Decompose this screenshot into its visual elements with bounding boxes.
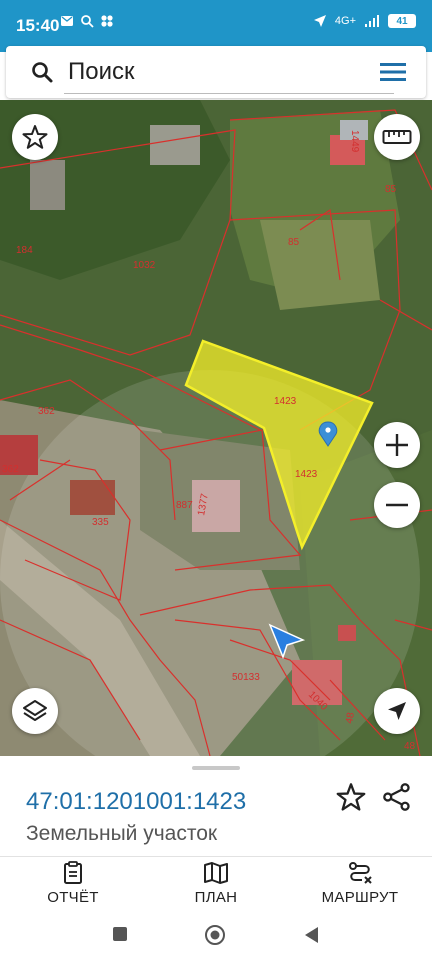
home-icon[interactable]: [204, 924, 226, 946]
parcel-label: 362: [2, 464, 19, 475]
satellite-map[interactable]: 184 1032 85 85 1449 362 362 1423 1423 88…: [0, 100, 432, 756]
battery-level: 41: [396, 15, 408, 27]
parcel-label: 184: [16, 245, 33, 256]
minus-icon: [386, 503, 408, 507]
parcel-label: 48: [404, 741, 416, 752]
parcel-label: 362: [38, 406, 55, 417]
parcel-label: 50133: [232, 672, 260, 683]
add-favorite-star-icon[interactable]: [336, 782, 366, 812]
actions-bar: ОТЧЁТ ПЛАН МАРШРУТ: [0, 856, 432, 912]
menu-icon[interactable]: [378, 58, 408, 86]
plan-button[interactable]: ПЛАН: [161, 861, 271, 911]
map-canvas[interactable]: 184 1032 85 85 1449 362 362 1423 1423 88…: [0, 100, 432, 756]
parcel-info-sheet[interactable]: 47:01:1201001:1423 Земельный участок: [0, 756, 432, 856]
network-type: 4G+: [334, 15, 356, 27]
parcel-label: 1449: [349, 130, 360, 153]
report-icon: [64, 861, 82, 884]
zoom-out-button[interactable]: [374, 482, 420, 528]
parcel-label: 1423: [295, 469, 318, 480]
back-icon[interactable]: [302, 925, 320, 945]
system-icons: 4G+ 41: [313, 14, 416, 28]
land-type: Земельный участок: [26, 822, 218, 845]
my-location-button[interactable]: [374, 688, 420, 734]
recent-apps-icon[interactable]: [112, 926, 128, 942]
system-nav-bar: [0, 912, 432, 960]
app-notification-icon: [101, 15, 113, 27]
layers-icon: [23, 700, 47, 721]
zoom-in-button[interactable]: [374, 422, 420, 468]
app-root: 15:40 4G+ 41 Поиск 184 1032 85 85 1449 3…: [0, 0, 432, 960]
search-icon[interactable]: [30, 60, 54, 84]
route-label: МАРШРУТ: [321, 889, 399, 906]
star-icon: [22, 125, 48, 149]
plan-label: ПЛАН: [194, 889, 238, 906]
parcel-label: 887: [176, 500, 193, 511]
search-input[interactable]: [68, 56, 368, 88]
sheet-drag-handle[interactable]: [192, 766, 240, 770]
mail-icon: [61, 16, 73, 26]
battery-icon: 41: [388, 14, 416, 28]
report-button[interactable]: ОТЧЁТ: [18, 861, 128, 911]
layers-button[interactable]: [12, 688, 58, 734]
parcel-label: 1032: [133, 260, 156, 271]
location-arrow-icon: [313, 15, 326, 27]
ruler-button[interactable]: [374, 114, 420, 160]
favorites-button[interactable]: [12, 114, 58, 160]
search-underline: [64, 93, 394, 94]
cadastral-number: 47:01:1201001:1423: [26, 788, 247, 815]
parcel-label: 335: [92, 517, 109, 528]
route-icon: [349, 862, 372, 884]
status-time: 15:40: [16, 16, 60, 35]
report-label: ОТЧЁТ: [47, 889, 99, 906]
notification-icons: [60, 14, 114, 28]
search-notification-icon: [81, 15, 94, 28]
ruler-icon: [382, 130, 412, 144]
plus-icon: [386, 434, 408, 456]
navigation-arrow-icon: [388, 702, 406, 720]
route-button[interactable]: МАРШРУТ: [305, 861, 415, 911]
search-bar: [6, 46, 426, 98]
parcel-label: 1423: [274, 396, 297, 407]
parcel-label: 85: [288, 237, 300, 248]
map-plan-icon: [204, 862, 228, 884]
signal-icon: [365, 15, 379, 27]
share-icon[interactable]: [382, 782, 412, 812]
status-bar: 15:40 4G+ 41: [0, 0, 432, 52]
parcel-label: 85: [385, 184, 397, 195]
